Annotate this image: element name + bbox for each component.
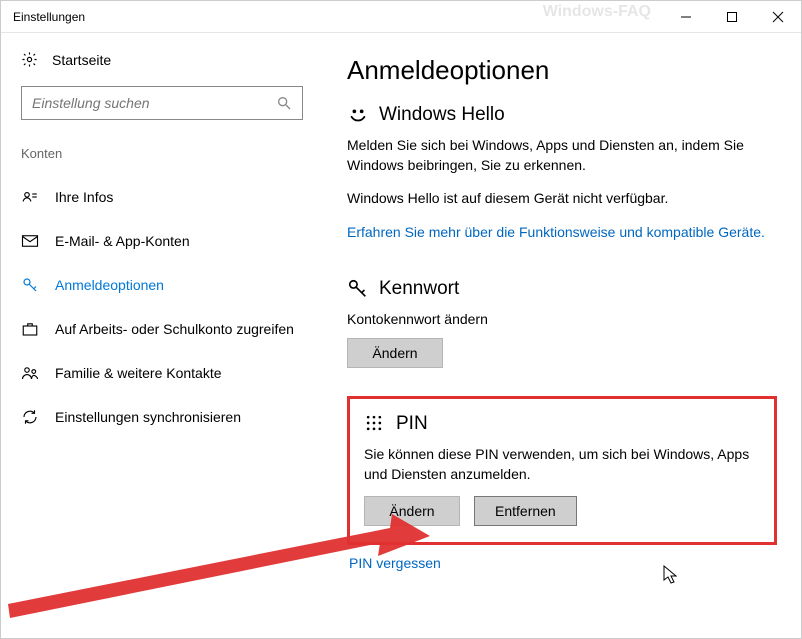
sidebar-section-label: Konten: [21, 146, 303, 161]
key-icon: [21, 276, 39, 294]
password-change-button[interactable]: Ändern: [347, 338, 443, 368]
sidebar-item-label: Anmeldeoptionen: [55, 277, 164, 293]
home-link[interactable]: Startseite: [21, 51, 303, 68]
sync-icon: [21, 408, 39, 426]
password-heading: Kennwort: [379, 278, 459, 300]
hello-description: Melden Sie sich bei Windows, Apps und Di…: [347, 136, 777, 175]
sidebar-item-signin-options[interactable]: Anmeldeoptionen: [21, 263, 303, 307]
close-button[interactable]: [755, 1, 801, 33]
pin-description: Sie können diese PIN verwenden, um sich …: [364, 445, 760, 484]
hello-heading-row: Windows Hello: [347, 104, 777, 126]
people-icon: [21, 364, 39, 382]
mail-icon: [21, 232, 39, 250]
pin-remove-button[interactable]: Entfernen: [474, 496, 577, 526]
search-field[interactable]: [21, 86, 303, 120]
sidebar-item-label: Familie & weitere Kontakte: [55, 365, 222, 381]
smile-icon: [347, 104, 369, 126]
pin-heading-row: PIN: [364, 413, 760, 435]
hello-heading: Windows Hello: [379, 104, 505, 126]
pin-forgot-link[interactable]: PIN vergessen: [349, 555, 777, 571]
person-card-icon: [21, 188, 39, 206]
sidebar-item-label: Ihre Infos: [55, 189, 113, 205]
pin-heading: PIN: [396, 413, 428, 435]
main-content: Anmeldeoptionen Windows Hello Melden Sie…: [323, 33, 801, 638]
watermark-text: Windows-FAQ: [543, 3, 651, 21]
password-heading-row: Kennwort: [347, 278, 777, 300]
sidebar-item-family[interactable]: Familie & weitere Kontakte: [21, 351, 303, 395]
sidebar-item-your-info[interactable]: Ihre Infos: [21, 175, 303, 219]
pin-pad-icon: [364, 413, 386, 435]
maximize-button[interactable]: [709, 1, 755, 33]
minimize-button[interactable]: [663, 1, 709, 33]
sidebar-item-work-school[interactable]: Auf Arbeits- oder Schulkonto zugreifen: [21, 307, 303, 351]
hello-learn-more-link[interactable]: Erfahren Sie mehr über die Funktionsweis…: [347, 223, 777, 243]
home-label: Startseite: [52, 52, 111, 68]
hello-unavailable: Windows Hello ist auf diesem Gerät nicht…: [347, 189, 777, 209]
window-title: Einstellungen: [13, 10, 85, 24]
sidebar-item-sync[interactable]: Einstellungen synchronisieren: [21, 395, 303, 439]
key-icon: [347, 278, 369, 300]
titlebar: Einstellungen: [1, 1, 801, 33]
page-title: Anmeldeoptionen: [347, 55, 777, 86]
pin-section-highlight: PIN Sie können diese PIN verwenden, um s…: [347, 396, 777, 545]
pin-change-button[interactable]: Ändern: [364, 496, 460, 526]
search-icon: [276, 95, 292, 111]
password-description: Kontokennwort ändern: [347, 310, 777, 330]
sidebar-item-label: Auf Arbeits- oder Schulkonto zugreifen: [55, 321, 294, 337]
sidebar-item-email-accounts[interactable]: E-Mail- & App-Konten: [21, 219, 303, 263]
gear-icon: [21, 51, 38, 68]
search-input[interactable]: [32, 95, 276, 111]
sidebar-item-label: Einstellungen synchronisieren: [55, 409, 241, 425]
briefcase-icon: [21, 320, 39, 338]
sidebar-item-label: E-Mail- & App-Konten: [55, 233, 190, 249]
sidebar: Startseite Konten Ihre Infos E-Mail- &: [1, 33, 323, 638]
